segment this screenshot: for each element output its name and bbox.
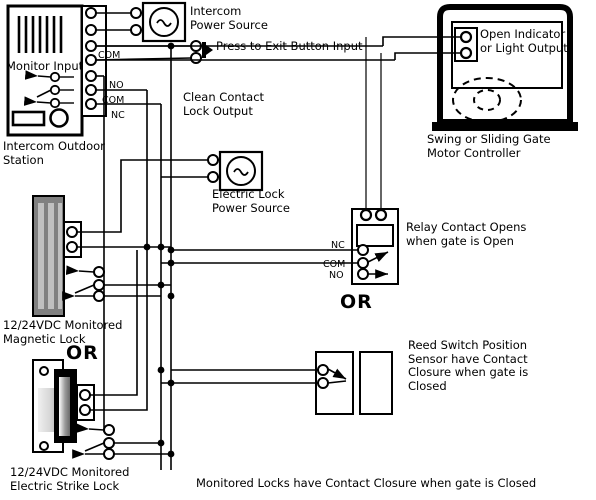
relay-coil-terminal-2 <box>374 208 388 222</box>
relay-description-label: Relay Contact Opens when gate is Open <box>406 220 527 248</box>
wiring-diagram-canvas: Monitor Input Intercom Outdoor Station C… <box>0 0 596 500</box>
speaker-grille-icon <box>17 16 63 53</box>
terminal-2 <box>85 24 97 36</box>
strike-contact-com <box>103 437 115 449</box>
relay-terminal-com <box>357 257 369 269</box>
maglock-terminal-2 <box>66 241 78 253</box>
or-label-left: OR <box>66 342 99 364</box>
terminal-3 <box>85 40 97 52</box>
gate-controller-caption: Swing or Sliding Gate Motor Controller <box>427 132 551 160</box>
monitor-input-label: Monitor Input <box>6 59 84 73</box>
terminal-6-no <box>85 84 97 96</box>
nameplate <box>11 110 46 127</box>
strike-lock-caption: 12/24VDC Monitored Electric Strike Lock <box>10 465 130 493</box>
open-indicator-output-label: Open Indicator or Light Output <box>480 27 568 55</box>
relay-label-nc: NC <box>331 240 345 251</box>
gate-motor-controller <box>432 4 578 131</box>
maglock-contact-nc <box>93 266 105 278</box>
relay-coil-terminal-1 <box>359 208 373 222</box>
output-terminal-2 <box>459 46 473 60</box>
junction-dots <box>143 243 175 458</box>
screw-hole-bottom <box>39 441 49 451</box>
strike-terminal-2 <box>79 404 91 416</box>
output-terminal-1 <box>459 30 473 44</box>
relay-label-no: NO <box>329 270 344 281</box>
clean-contact-lock-output-label: Clean Contact Lock Output <box>183 90 265 118</box>
terminal-label-no: NO <box>109 80 124 91</box>
terminal-label-com-2: COM <box>102 95 125 106</box>
terminal-label-com-1: COM <box>98 50 121 61</box>
terminal-7-com-nc <box>85 98 97 110</box>
maglock-contact-com <box>93 279 105 291</box>
intercom-power-source-label: Intercom Power Source <box>190 4 268 32</box>
maglock-terminal-1 <box>66 226 78 238</box>
terminal-1 <box>85 7 97 19</box>
electric-lock-power-source <box>147 150 264 192</box>
electric-lock-power-source-label: Electric Lock Power Source <box>212 187 290 215</box>
terminal-4-com <box>85 54 97 66</box>
reed-magnet-body <box>359 351 393 415</box>
relay-terminal-no <box>357 268 369 280</box>
reed-terminal-1 <box>317 364 329 376</box>
relay-coil-body <box>356 224 394 247</box>
relay-terminal-nc <box>357 244 369 256</box>
or-label-right: OR <box>340 291 373 313</box>
footer-note: Monitored Locks have Contact Closure whe… <box>196 476 537 490</box>
intercom-station-caption: Intercom Outdoor Station <box>3 139 105 167</box>
reed-switch-sensor <box>161 351 393 415</box>
call-button-icon <box>49 108 69 128</box>
magnetic-lock <box>32 159 171 317</box>
strike-contact-nc <box>103 424 115 436</box>
screw-hole-top <box>39 366 49 376</box>
reed-switch-description-label: Reed Switch Position Sensor have Contact… <box>408 338 529 393</box>
terminal-label-nc: NC <box>111 110 125 121</box>
diagram-vector-layer <box>6 1 578 470</box>
maglock-contact-no <box>93 290 105 302</box>
magnetic-lock-caption: 12/24VDC Monitored Magnetic Lock <box>3 318 123 346</box>
intercom-power-source <box>96 1 187 43</box>
strike-terminal-1 <box>79 389 91 401</box>
vertical-bus-wires <box>96 46 172 470</box>
strike-contact-no <box>103 448 115 460</box>
relay-label-com: COM <box>323 259 346 270</box>
reed-terminal-2 <box>317 377 329 389</box>
terminal-5 <box>85 70 97 82</box>
press-to-exit-label: Press to Exit Button Input <box>216 39 363 53</box>
